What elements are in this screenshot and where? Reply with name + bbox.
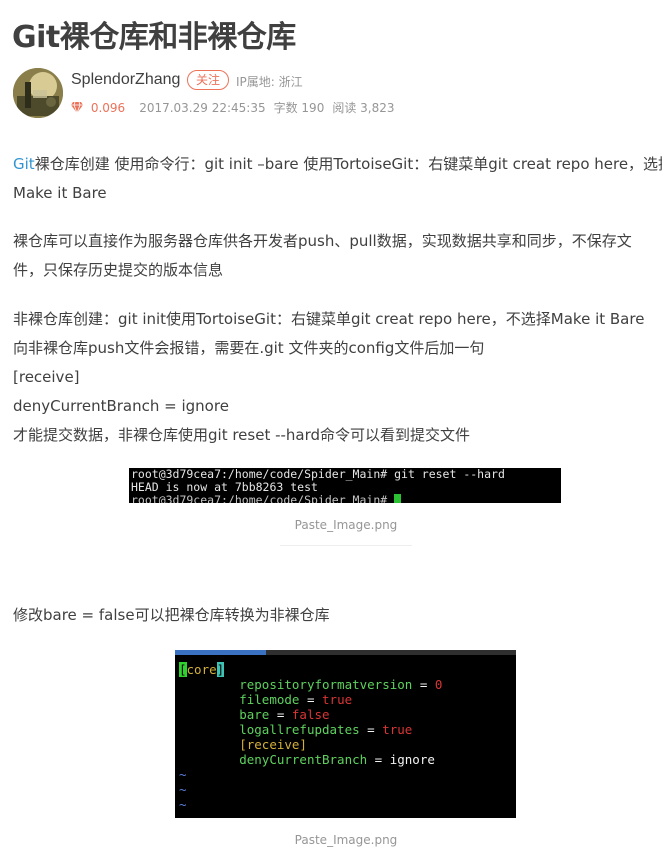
read-count: 阅读 3,823	[332, 101, 395, 115]
publish-date: 2017.03.29 22:45:35	[139, 101, 266, 115]
paragraph-text: [receive]	[13, 368, 80, 386]
diamond-icon	[71, 101, 87, 115]
terminal-tab-active	[175, 650, 266, 655]
image-caption: Paste_Image.png	[294, 518, 398, 532]
git-link[interactable]: Git	[13, 155, 35, 173]
paragraph-text: 修改bare = false可以把裸仓库转换为非裸仓库	[13, 606, 330, 624]
ip-location: IP属地: 浙江	[236, 75, 303, 89]
follow-button[interactable]: 关注	[187, 70, 230, 90]
paragraph-text: 裸仓库创建 使用命令行：git init –bare 使用TortoiseGit…	[34, 155, 662, 173]
article-meta: 0.096 2017.03.29 22:45:35 字数 190 阅读 3,823	[71, 99, 403, 116]
paragraph-text: 非裸仓库创建：git init使用TortoiseGit：右键菜单git cre…	[13, 310, 645, 328]
cursor-block	[394, 494, 402, 503]
terminal-line: root@3d79cea7:/home/code/Spider_Main#	[131, 494, 559, 503]
score-value: 0.096	[90, 101, 126, 115]
caption-divider	[280, 545, 412, 546]
paragraph-convert: 修改bare = false可以把裸仓库转换为非裸仓库	[13, 601, 662, 630]
paragraph-text: 才能提交数据，非裸仓库使用git reset --hard命令可以看到提交文件	[13, 426, 471, 444]
terminal-tabbar	[175, 650, 516, 655]
author-name[interactable]: SplendorZhang	[71, 71, 180, 89]
image-caption: Paste_Image.png	[294, 833, 398, 847]
paragraph-text: Make it Bare	[13, 184, 107, 202]
paragraph-text: 向非裸仓库push文件会报错，需要在.git 文件夹的config文件后加一句	[13, 339, 485, 357]
paragraph-bare-create: Git裸仓库创建 使用命令行：git init –bare 使用Tortoise…	[13, 150, 662, 208]
article-title: Git裸仓库和非裸仓库	[12, 20, 296, 55]
terminal-screenshot-reset[interactable]: root@3d79cea7:/home/code/Spider_Main# gi…	[129, 468, 561, 503]
paragraph-bare-usage: 裸仓库可以直接作为服务器仓库供各开发者push、pull数据，实现数据共享和同步…	[13, 227, 662, 285]
paragraph-text: 裸仓库可以直接作为服务器仓库供各开发者push、pull数据，实现数据共享和同步…	[13, 232, 632, 250]
paragraph-non-bare: 非裸仓库创建：git init使用TortoiseGit：右键菜单git cre…	[13, 305, 662, 450]
config-text: [core] repositoryformatversion = 0 filem…	[179, 662, 443, 812]
paragraph-text: 件，只保存历史提交的版本信息	[13, 261, 224, 279]
avatar[interactable]	[13, 68, 63, 118]
paragraph-text: denyCurrentBranch = ignore	[13, 397, 229, 415]
word-count: 字数 190	[273, 101, 325, 115]
terminal-screenshot-config[interactable]: [core] repositoryformatversion = 0 filem…	[175, 650, 516, 818]
avatar-image	[13, 68, 63, 118]
